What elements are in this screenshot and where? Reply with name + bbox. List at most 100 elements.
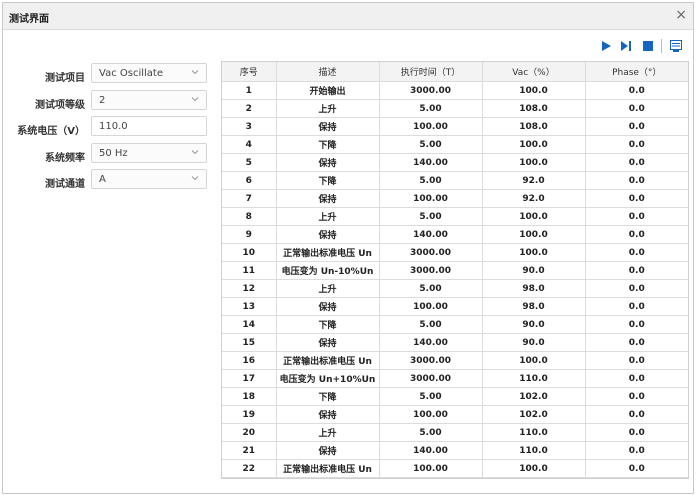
cell-duration: 140.00: [379, 333, 483, 352]
table-row[interactable]: 21 保持 140.00 110.0 0.0: [222, 441, 688, 460]
table-row[interactable]: 2 上升 5.00 108.0 0.0: [222, 99, 688, 118]
cell-description: 上升: [276, 279, 380, 298]
table-row[interactable]: 1 开始输出 3000.00 100.0 0.0: [222, 81, 688, 100]
export-button[interactable]: [669, 39, 683, 53]
table-row[interactable]: 10 正常输出标准电压 Un 3000.00 100.0 0.0: [222, 243, 688, 262]
table-row[interactable]: 6 下降 5.00 92.0 0.0: [222, 171, 688, 190]
cell-description: 下降: [276, 387, 380, 406]
cell-vac: 110.0: [482, 369, 586, 388]
cell-index: 13: [222, 297, 277, 316]
cell-phase: 0.0: [585, 99, 688, 118]
table-row[interactable]: 7 保持 100.00 92.0 0.0: [222, 189, 688, 208]
table-row[interactable]: 4 下降 5.00 100.0 0.0: [222, 135, 688, 154]
table-row[interactable]: 14 下降 5.00 90.0 0.0: [222, 315, 688, 334]
test-level-select[interactable]: 2: [91, 90, 207, 110]
system-voltage-input[interactable]: 110.0: [91, 116, 207, 136]
cell-index: 2: [222, 99, 277, 118]
cell-description: 电压变为 Un+10%Un: [276, 369, 380, 388]
column-header-description[interactable]: 描述: [276, 62, 380, 82]
cell-phase: 0.0: [585, 297, 688, 316]
test-item-select[interactable]: Vac Oscillate: [91, 63, 207, 83]
chevron-down-icon: [191, 70, 199, 75]
cell-duration: 100.00: [379, 405, 483, 424]
column-header-phase[interactable]: Phase（°）: [585, 62, 688, 82]
cell-duration: 5.00: [379, 279, 483, 298]
cell-duration: 3000.00: [379, 351, 483, 370]
cell-vac: 108.0: [482, 117, 586, 136]
table-row[interactable]: 8 上升 5.00 100.0 0.0: [222, 207, 688, 226]
table-row[interactable]: 13 保持 100.00 98.0 0.0: [222, 297, 688, 316]
cell-vac: 98.0: [482, 279, 586, 298]
cell-index: 5: [222, 153, 277, 172]
table-row[interactable]: 20 上升 5.00 110.0 0.0: [222, 423, 688, 442]
cell-vac: 100.0: [482, 351, 586, 370]
table-row[interactable]: 11 电压变为 Un-10%Un 3000.00 90.0 0.0: [222, 261, 688, 280]
cell-duration: 5.00: [379, 207, 483, 226]
cell-description: 下降: [276, 171, 380, 190]
cell-vac: 90.0: [482, 333, 586, 352]
cell-vac: 110.0: [482, 423, 586, 442]
cell-phase: 0.0: [585, 387, 688, 406]
cell-vac: 100.0: [482, 459, 586, 478]
system-voltage-label: 系统电压（V）: [17, 126, 85, 137]
column-header-vac[interactable]: Vac（%）: [482, 62, 586, 82]
cell-index: 9: [222, 225, 277, 244]
test-channel-select[interactable]: A: [91, 169, 207, 189]
cell-vac: 100.0: [482, 225, 586, 244]
cell-phase: 0.0: [585, 405, 688, 424]
cell-duration: 100.00: [379, 459, 483, 478]
cell-description: 保持: [276, 153, 380, 172]
test-window: 测试界面 × 测试项目 Vac Oscillate 测试项等级 2 系统电压（V…: [2, 2, 694, 494]
table-row[interactable]: 22 正常输出标准电压 Un 100.00 100.0 0.0: [222, 459, 688, 478]
cell-index: 4: [222, 135, 277, 154]
close-icon[interactable]: ×: [675, 7, 687, 23]
table-row[interactable]: 3 保持 100.00 108.0 0.0: [222, 117, 688, 136]
cell-duration: 140.00: [379, 441, 483, 460]
table-row[interactable]: 12 上升 5.00 98.0 0.0: [222, 279, 688, 298]
cell-description: 保持: [276, 189, 380, 208]
system-frequency-value: 50 Hz: [99, 148, 128, 159]
cell-description: 保持: [276, 441, 380, 460]
table-row[interactable]: 16 正常输出标准电压 Un 3000.00 100.0 0.0: [222, 351, 688, 370]
cell-description: 保持: [276, 405, 380, 424]
cell-description: 下降: [276, 315, 380, 334]
table-row[interactable]: 15 保持 140.00 90.0 0.0: [222, 333, 688, 352]
cell-description: 正常输出标准电压 Un: [276, 459, 380, 478]
play-button[interactable]: [599, 39, 613, 53]
cell-vac: 108.0: [482, 99, 586, 118]
cell-description: 保持: [276, 333, 380, 352]
cell-phase: 0.0: [585, 459, 688, 478]
table-row[interactable]: 18 下降 5.00 102.0 0.0: [222, 387, 688, 406]
system-frequency-label: 系统频率: [45, 153, 85, 164]
cell-phase: 0.0: [585, 225, 688, 244]
test-level-value: 2: [99, 95, 106, 106]
steps-table-container[interactable]: 序号 描述 执行时间（T） Vac（%） Phase（°） 1 开始输出 3000.…: [221, 61, 689, 479]
table-row[interactable]: 19 保持 100.00 102.0 0.0: [222, 405, 688, 424]
table-row[interactable]: 17 电压变为 Un+10%Un 3000.00 110.0 0.0: [222, 369, 688, 388]
column-header-duration[interactable]: 执行时间（T）: [379, 62, 483, 82]
cell-description: 保持: [276, 297, 380, 316]
column-header-index[interactable]: 序号: [222, 62, 277, 82]
system-frequency-select[interactable]: 50 Hz: [91, 143, 207, 163]
cell-vac: 110.0: [482, 441, 586, 460]
cell-index: 16: [222, 351, 277, 370]
cell-phase: 0.0: [585, 423, 688, 442]
cell-vac: 102.0: [482, 387, 586, 406]
table-row[interactable]: 5 保持 140.00 100.0 0.0: [222, 153, 688, 172]
cell-duration: 5.00: [379, 171, 483, 190]
cell-phase: 0.0: [585, 369, 688, 388]
table-row[interactable]: 9 保持 140.00 100.0 0.0: [222, 225, 688, 244]
cell-vac: 100.0: [482, 153, 586, 172]
steps-table: 序号 描述 执行时间（T） Vac（%） Phase（°） 1 开始输出 3000.…: [222, 62, 688, 478]
cell-phase: 0.0: [585, 81, 688, 100]
cell-duration: 140.00: [379, 225, 483, 244]
step-forward-button[interactable]: [619, 39, 633, 53]
test-item-label: 测试项目: [45, 73, 85, 84]
cell-vac: 100.0: [482, 135, 586, 154]
stop-button[interactable]: [641, 39, 655, 53]
cell-phase: 0.0: [585, 441, 688, 460]
cell-duration: 3000.00: [379, 261, 483, 280]
cell-phase: 0.0: [585, 153, 688, 172]
cell-index: 10: [222, 243, 277, 262]
cell-index: 22: [222, 459, 277, 478]
